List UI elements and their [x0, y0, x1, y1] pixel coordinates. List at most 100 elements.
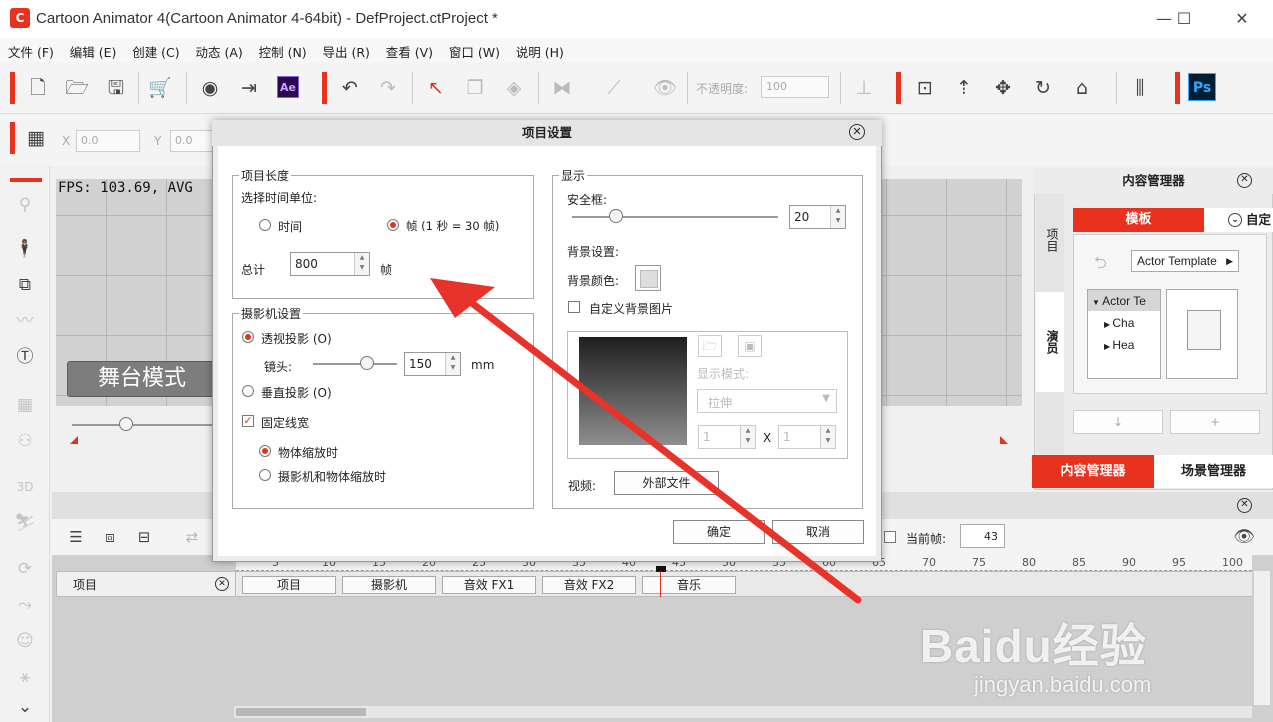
bg-color-picker[interactable]	[635, 265, 661, 291]
close-icon[interactable]: ✕	[215, 577, 229, 591]
image-icon[interactable]: ▣	[738, 335, 762, 357]
custom-bg-checkbox[interactable]	[568, 301, 580, 313]
preview-icon[interactable]: ◉	[198, 76, 222, 100]
chevron-down-icon[interactable]: ⌄	[14, 696, 36, 718]
open-folder-icon[interactable]: 🗁	[698, 335, 722, 357]
ok-button[interactable]: 确定	[673, 520, 765, 544]
download-icon[interactable]: ↓	[1073, 410, 1163, 434]
move-up-icon[interactable]: ⇡	[952, 76, 976, 100]
tab-actor[interactable]: 演员	[1044, 330, 1061, 354]
paint-icon[interactable]: ◈	[502, 76, 526, 100]
menu-view[interactable]: 查看 (V)	[378, 38, 433, 61]
zoom-slider[interactable]	[72, 424, 212, 426]
tab-content-manager[interactable]: 内容管理器	[1032, 455, 1154, 488]
frame-checkbox[interactable]	[884, 531, 896, 543]
track-button[interactable]: 项目	[242, 576, 336, 594]
close-icon[interactable]: ✕	[849, 124, 865, 140]
save-icon[interactable]: 🖫	[104, 76, 128, 100]
actor-template-button[interactable]: Actor Template ▶	[1131, 250, 1239, 272]
safe-frame-input[interactable]: 20	[789, 205, 846, 229]
menu-window[interactable]: 窗口 (W)	[441, 38, 500, 61]
tab-template[interactable]: 模板	[1073, 208, 1204, 232]
height-input[interactable]: 1	[778, 425, 836, 449]
cycle-icon[interactable]: ⟳	[14, 558, 36, 580]
close-window-icon[interactable]: ✕	[1222, 6, 1262, 32]
cancel-button[interactable]: 取消	[772, 520, 864, 544]
back-icon[interactable]: ⮌	[1094, 252, 1107, 279]
audio-icon[interactable]: 〰	[14, 310, 36, 332]
columns-icon[interactable]: ⫼	[1128, 76, 1152, 100]
flip-icon[interactable]: ⧓	[550, 76, 574, 100]
lens-input[interactable]: 150	[404, 352, 461, 376]
zoom-slider-knob[interactable]	[119, 417, 133, 431]
menu-edit[interactable]: 编辑 (E)	[62, 38, 117, 61]
ruler-icon[interactable]: ⟋	[602, 76, 626, 100]
list-icon[interactable]: ☰	[64, 525, 88, 549]
anchor-icon[interactable]: ⊥	[852, 76, 876, 100]
cart-icon[interactable]: 🛒	[148, 76, 172, 100]
opacity-input[interactable]: 100	[761, 76, 829, 98]
eye-icon[interactable]: 👁	[653, 76, 677, 100]
lens-slider-knob[interactable]	[360, 356, 374, 370]
track-button[interactable]: 音效 FX1	[442, 576, 536, 594]
width-input[interactable]: 1	[698, 425, 756, 449]
y-input[interactable]: 0.0	[170, 130, 214, 152]
template-tree[interactable]: ▼ Actor Te ▶ Cha ▶ Hea	[1087, 289, 1161, 379]
skeleton-icon[interactable]: ⚇	[14, 430, 36, 452]
menu-animation[interactable]: 动态 (A)	[188, 38, 243, 61]
move-icon[interactable]: ✥	[991, 76, 1015, 100]
puppet-icon[interactable]: ⚹	[14, 666, 36, 688]
tree-item[interactable]: ▶ Hea	[1088, 333, 1160, 355]
safe-frame-slider[interactable]	[572, 216, 778, 218]
frame-radio[interactable]	[387, 219, 399, 231]
display-mode-select[interactable]: 拉伸 ▼	[697, 389, 837, 413]
playhead-marker[interactable]	[656, 566, 666, 572]
menu-help[interactable]: 说明 (H)	[508, 38, 564, 61]
maximize-icon[interactable]: ☐	[1164, 6, 1204, 32]
photoshop-icon[interactable]: Ps	[1188, 73, 1216, 101]
fixed-line-checkbox[interactable]: ✓	[242, 415, 254, 427]
run-icon[interactable]: ⛷	[14, 512, 36, 534]
perspective-radio[interactable]	[242, 331, 254, 343]
total-frames-input[interactable]: 800	[290, 252, 370, 276]
tab-scene-manager[interactable]: 场景管理器	[1154, 455, 1273, 488]
external-file-button[interactable]: 外部文件	[614, 471, 719, 495]
face-icon[interactable]: ☺	[14, 630, 36, 652]
close-icon[interactable]: ✕	[1237, 173, 1252, 188]
menu-file[interactable]: 文件 (F)	[0, 38, 54, 61]
sync-icon[interactable]: ⇄	[180, 525, 204, 549]
scene-icon[interactable]: ⧉	[14, 274, 36, 296]
eye-icon[interactable]: 👁	[1232, 525, 1256, 549]
tab-custom[interactable]: ⌄ 自定	[1204, 208, 1273, 232]
text-icon[interactable]: Ⓣ	[14, 346, 36, 368]
object-scale-radio[interactable]	[259, 445, 271, 457]
motion-icon[interactable]: ⤳	[14, 594, 36, 616]
camera-view-icon[interactable]: ⊡	[913, 76, 937, 100]
camera-object-scale-radio[interactable]	[259, 469, 271, 481]
menu-control[interactable]: 控制 (N)	[251, 38, 307, 61]
tree-item[interactable]: ▼ Actor Te	[1088, 290, 1160, 311]
layer-icon[interactable]: ⊟	[132, 525, 156, 549]
export-icon[interactable]: ⇥	[237, 76, 261, 100]
track-button[interactable]: 摄影机	[342, 576, 436, 594]
track-button[interactable]: 音乐	[642, 576, 736, 594]
x-input[interactable]: 0.0	[76, 130, 140, 152]
track-icon[interactable]: ⧈	[98, 525, 122, 549]
select-arrow-icon[interactable]: ↖	[424, 76, 448, 100]
redo-icon[interactable]: ↷	[376, 76, 400, 100]
3d-icon[interactable]: 3D	[14, 476, 36, 498]
after-effects-icon[interactable]: Ae	[277, 76, 299, 98]
undo-icon[interactable]: ↶	[338, 76, 362, 100]
copy-icon[interactable]: ❐	[463, 76, 487, 100]
open-folder-icon[interactable]: 🗁	[65, 76, 89, 100]
new-file-icon[interactable]: 🗋	[26, 76, 50, 100]
add-icon[interactable]: +	[1170, 410, 1260, 434]
home-icon[interactable]: ⌂	[1070, 76, 1094, 100]
close-icon[interactable]: ✕	[1237, 498, 1252, 513]
track-button[interactable]: 音效 FX2	[542, 576, 636, 594]
rotate-icon[interactable]: ↻	[1031, 76, 1055, 100]
tab-project[interactable]: 项目	[1044, 228, 1061, 252]
sprite-icon[interactable]: ▦	[14, 394, 36, 416]
timeline-scroll-thumb[interactable]	[236, 708, 366, 716]
time-radio[interactable]	[259, 219, 271, 231]
